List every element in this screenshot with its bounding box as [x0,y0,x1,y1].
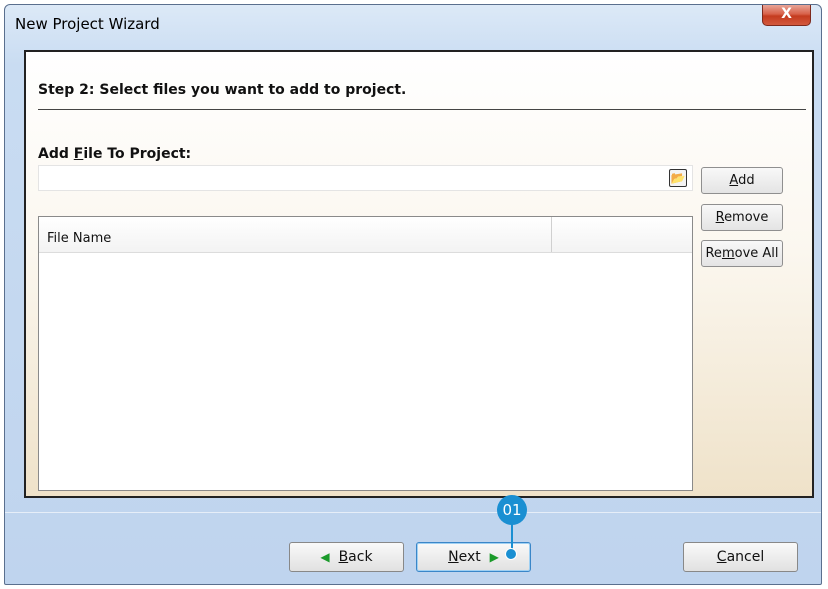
arrow-right-icon: ▶ [489,550,499,564]
add-file-label-key: F [73,146,84,162]
back-button-key: B [338,549,349,565]
cancel-button[interactable]: Cancel [683,542,798,572]
close-button[interactable]: X [762,5,811,26]
wizard-content-panel: Step 2: Select files you want to add to … [24,50,814,498]
add-file-label-post: ile To Project: [83,146,192,162]
footer-divider [5,512,821,513]
back-button[interactable]: ◀ Back [289,542,404,572]
remove-all-button-post: ove All [734,246,779,261]
remove-button-post: emove [724,210,769,225]
cancel-button-key: C [716,549,727,565]
step-title: Step 2: Select files you want to add to … [38,82,407,98]
column-header-file-name[interactable]: File Name [39,217,552,252]
remove-button-key: R [715,210,725,225]
window-title: New Project Wizard [15,15,160,33]
add-file-label-pre: Add [38,146,74,162]
add-button-post: dd [738,173,755,188]
remove-button[interactable]: Remove [701,204,783,231]
next-button-post: ext [458,549,481,565]
arrow-left-icon: ◀ [320,550,330,564]
add-button[interactable]: Add [701,167,783,194]
add-file-label: Add File To Project: [38,146,191,162]
back-button-post: ack [348,549,373,565]
wizard-window: New Project Wizard X Step 2: Select file… [4,4,822,585]
callout-badge: 01 [497,495,527,525]
step-divider [38,109,806,110]
file-list[interactable]: File Name [38,216,693,491]
file-list-header: File Name [39,217,692,253]
remove-all-button-pre: Re [705,246,722,261]
remove-all-button[interactable]: Remove All [701,240,783,267]
remove-all-button-key: m [721,246,735,261]
next-button-key: N [448,549,459,565]
add-button-key: A [729,173,739,188]
folder-open-icon[interactable]: 📂 [669,169,687,187]
file-path-input[interactable] [38,165,693,191]
cancel-button-post: ancel [726,549,765,565]
column-header-extra[interactable] [552,217,692,252]
callout-dot [505,548,517,560]
